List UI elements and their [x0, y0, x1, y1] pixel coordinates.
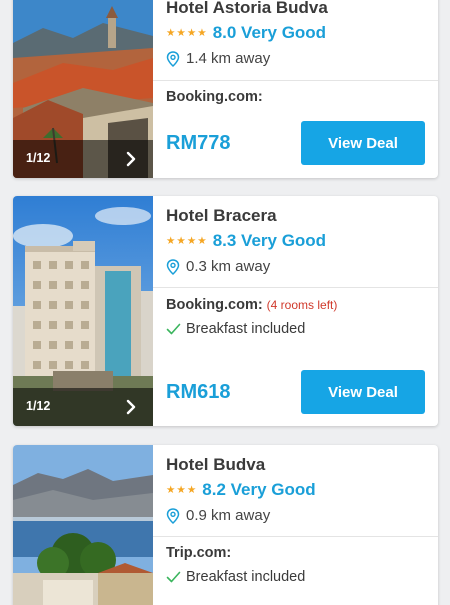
divider [153, 80, 438, 81]
hotel-name[interactable]: Hotel Budva [166, 455, 265, 475]
divider [153, 287, 438, 288]
distance: 0.3 km away [186, 258, 271, 275]
hotel-photo[interactable]: 1/12 [13, 196, 153, 426]
distance: 1.4 km away [186, 50, 271, 67]
distance-row: 0.3 km away [166, 258, 270, 275]
provider-label: Booking.com: (4 rooms left) [166, 297, 337, 313]
distance-row: 0.9 km away [166, 507, 270, 524]
provider-label: Trip.com: [166, 545, 231, 561]
star-icon: ★ [197, 235, 207, 247]
hotel-name[interactable]: Hotel Astoria Budva [166, 0, 328, 18]
star-icon: ★ [186, 27, 197, 39]
provider-name: Trip.com: [166, 545, 232, 561]
hotel-card[interactable]: 1/12 Hotel Bracera ★ ★ ★ ★ 8.3 Very Good [13, 196, 438, 426]
star-icon: ★ [166, 235, 176, 247]
hotel-info: Hotel Budva ★ ★ ★ 8.2 Very Good 0.9 km a… [153, 445, 438, 605]
star-icon: ★ [176, 27, 186, 39]
star-rating: ★ ★ ★ ★ [166, 235, 207, 247]
rating-row: ★ ★ ★ ★ 8.3 Very Good [166, 230, 326, 252]
star-icon: ★ [186, 235, 197, 247]
star-rating: ★ ★ ★ [166, 484, 197, 496]
chevron-right-icon[interactable] [123, 151, 139, 167]
provider-name: Booking.com: [166, 297, 263, 313]
hotel-name[interactable]: Hotel Bracera [166, 206, 277, 226]
distance-row: 1.4 km away [166, 50, 270, 67]
guest-rating: 8.3 Very Good [212, 231, 327, 250]
perk-label: Breakfast included [186, 569, 306, 585]
photo-navigator: 1/12 [13, 388, 153, 426]
star-icon: ★ [166, 27, 176, 39]
hotel-card[interactable]: 1/12 Hotel Astoria Budva ★ ★ ★ ★ 8.0 Ver… [13, 0, 438, 178]
photo-counter: 1/12 [26, 399, 51, 413]
star-icon: ★ [176, 235, 186, 247]
photo-counter: 1/12 [26, 151, 51, 165]
hotel-results-list: 1/12 Hotel Astoria Budva ★ ★ ★ ★ 8.0 Ver… [0, 0, 450, 605]
hotel-info: Hotel Astoria Budva ★ ★ ★ ★ 8.0 Very Goo… [153, 0, 438, 178]
star-icon: ★ [166, 484, 176, 496]
hotel-photo[interactable] [13, 445, 153, 605]
rooms-left-badge: (4 rooms left) [266, 298, 338, 312]
provider-label: Booking.com: [166, 89, 263, 105]
map-pin-icon [166, 258, 180, 275]
perk-label: Breakfast included [186, 321, 306, 337]
guest-rating: 8.0 Very Good [212, 23, 327, 42]
view-deal-button[interactable]: View Deal [301, 121, 425, 165]
photo-navigator: 1/12 [13, 140, 153, 178]
hotel-card[interactable]: Hotel Budva ★ ★ ★ 8.2 Very Good 0.9 km a… [13, 445, 438, 605]
star-icon: ★ [197, 27, 207, 39]
hotel-photo[interactable]: 1/12 [13, 0, 153, 178]
guest-rating: 8.2 Very Good [202, 480, 316, 499]
divider [153, 536, 438, 537]
map-pin-icon [166, 507, 180, 524]
perk-row: Breakfast included [166, 321, 305, 337]
price: RM618 [166, 381, 231, 403]
star-rating: ★ ★ ★ ★ [166, 27, 207, 39]
hotel-info: Hotel Bracera ★ ★ ★ ★ 8.3 Very Good 0.3 … [153, 196, 438, 426]
distance: 0.9 km away [186, 507, 271, 524]
price: RM778 [166, 132, 231, 154]
star-icon: ★ [176, 484, 186, 496]
view-deal-button[interactable]: View Deal [301, 370, 425, 414]
perk-row: Breakfast included [166, 569, 305, 585]
provider-name: Booking.com: [166, 89, 263, 105]
chevron-right-icon[interactable] [123, 399, 139, 415]
star-icon: ★ [186, 484, 197, 496]
check-icon [166, 323, 181, 335]
rating-row: ★ ★ ★ ★ 8.0 Very Good [166, 22, 326, 44]
map-pin-icon [166, 50, 180, 67]
rating-row: ★ ★ ★ 8.2 Very Good [166, 479, 316, 501]
check-icon [166, 571, 181, 583]
